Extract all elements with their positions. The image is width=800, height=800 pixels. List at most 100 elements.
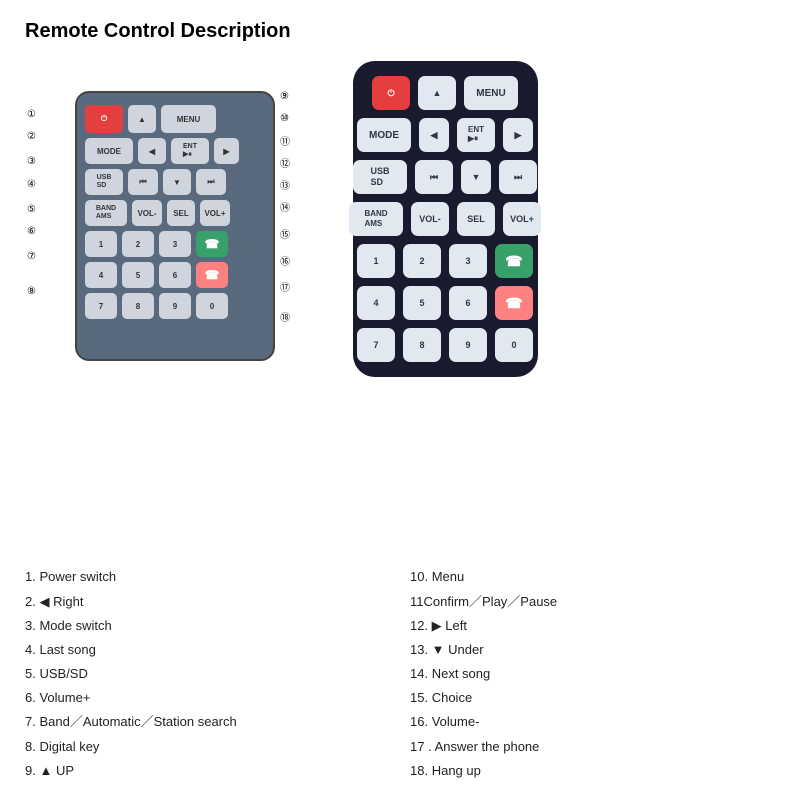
- desc-12-num: 12. ▶: [410, 618, 445, 633]
- rb-answer[interactable]: ☎: [495, 244, 533, 278]
- rb-power[interactable]: ⏻: [372, 76, 410, 110]
- rb-usb[interactable]: USBSD: [353, 160, 407, 194]
- d-5[interactable]: 5: [122, 262, 154, 288]
- rb-9[interactable]: 9: [449, 328, 487, 362]
- callout-17: ⑰: [280, 279, 290, 294]
- callout-10: ⑩: [280, 113, 289, 124]
- btn-row-4: BANDAMS VOL- SEL VOL+: [365, 202, 526, 236]
- desc-18-text: Hang up: [432, 763, 481, 778]
- rb-sel[interactable]: SEL: [457, 202, 495, 236]
- d-8[interactable]: 8: [122, 293, 154, 319]
- desc-1-num: 1.: [25, 569, 36, 584]
- btn-row-7: 7 8 9 0: [365, 328, 526, 362]
- desc-5: 5. USB/SD: [25, 665, 390, 683]
- page: Remote Control Description ⏻ ▲ MENU MODE: [0, 0, 800, 800]
- desc-10-text: Menu: [432, 569, 465, 584]
- rb-menu[interactable]: MENU: [464, 76, 518, 110]
- d-2[interactable]: 2: [122, 231, 154, 257]
- callout-1: ①: [27, 109, 36, 120]
- rb-8[interactable]: 8: [403, 328, 441, 362]
- desc-2-text: Right: [53, 594, 83, 609]
- desc-14-num: 14.: [410, 666, 428, 681]
- rb-vol-plus[interactable]: VOL+: [503, 202, 541, 236]
- rb-mode[interactable]: MODE: [357, 118, 411, 152]
- desc-12: 12. ▶ Left: [410, 617, 775, 635]
- rb-6[interactable]: 6: [449, 286, 487, 320]
- callout-7: ⑦: [27, 251, 36, 262]
- d-3[interactable]: 3: [159, 231, 191, 257]
- d-4[interactable]: 4: [85, 262, 117, 288]
- desc-8-num: 8.: [25, 739, 36, 754]
- desc-18-num: 18.: [410, 763, 428, 778]
- desc-11-num: 11: [410, 594, 424, 609]
- desc-15-text: Choice: [432, 690, 472, 705]
- d-9[interactable]: 9: [159, 293, 191, 319]
- d-usb[interactable]: USBSD: [85, 169, 123, 195]
- rb-left-arrow[interactable]: ◀: [419, 118, 449, 152]
- desc-17-text: Answer the phone: [435, 739, 540, 754]
- d-band[interactable]: BANDAMS: [85, 200, 127, 226]
- remote-photo: ⏻ ▲ MENU MODE ◀ ENT▶⏸ ▶ USBSD ⏮ ▼ ⏭: [345, 61, 545, 546]
- d-menu[interactable]: MENU: [161, 105, 216, 133]
- callout-11: ⑪: [280, 133, 290, 148]
- desc-9-text: UP: [56, 763, 74, 778]
- d-0[interactable]: 0: [196, 293, 228, 319]
- desc-12-text: Left: [445, 618, 467, 633]
- rb-vol-minus[interactable]: VOL-: [411, 202, 449, 236]
- callout-9: ⑨: [280, 91, 289, 102]
- desc-2-num: 2. ◀: [25, 594, 53, 609]
- d-sel[interactable]: SEL: [167, 200, 195, 226]
- d-power[interactable]: ⏻: [85, 105, 123, 133]
- rb-ent[interactable]: ENT▶⏸: [457, 118, 495, 152]
- remote-body: ⏻ ▲ MENU MODE ◀ ENT▶⏸ ▶ USBSD ⏮ ▼ ⏭: [353, 61, 538, 377]
- d-left-arrow[interactable]: ◀: [138, 138, 166, 164]
- rb-3[interactable]: 3: [449, 244, 487, 278]
- d-mode[interactable]: MODE: [85, 138, 133, 164]
- d-vol-minus[interactable]: VOL-: [132, 200, 162, 226]
- btn-row-6: 4 5 6 ☎: [365, 286, 526, 320]
- d-answer[interactable]: ☎: [196, 231, 228, 257]
- d-up[interactable]: ▲: [128, 105, 156, 133]
- d-hangup[interactable]: ☎: [196, 262, 228, 288]
- content-row: ⏻ ▲ MENU MODE ◀ ENT▶⏸ ▶ USBSD ⏮: [25, 61, 775, 546]
- d-ent[interactable]: ENT▶⏸: [171, 138, 209, 164]
- rb-prev[interactable]: ⏮: [415, 160, 453, 194]
- rb-up[interactable]: ▲: [418, 76, 456, 110]
- callout-18: ⑱: [280, 309, 290, 324]
- callout-4: ④: [27, 179, 36, 190]
- rb-5[interactable]: 5: [403, 286, 441, 320]
- desc-18: 18. Hang up: [410, 762, 775, 780]
- d-6[interactable]: 6: [159, 262, 191, 288]
- rb-1[interactable]: 1: [357, 244, 395, 278]
- desc-6: 6. Volume+: [25, 689, 390, 707]
- desc-6-num: 6.: [25, 690, 36, 705]
- rb-2[interactable]: 2: [403, 244, 441, 278]
- desc-7: 7. Band／Automatic／Station search: [25, 713, 390, 731]
- callout-15: ⑮: [280, 226, 290, 241]
- d-prev[interactable]: ⏮: [128, 169, 158, 195]
- desc-13-text: Under: [448, 642, 483, 657]
- desc-1: 1. Power switch: [25, 568, 390, 586]
- rb-hangup[interactable]: ☎: [495, 286, 533, 320]
- desc-3: 3. Mode switch: [25, 617, 390, 635]
- callout-8: ⑧: [27, 286, 36, 297]
- desc-10-num: 10.: [410, 569, 428, 584]
- rb-7[interactable]: 7: [357, 328, 395, 362]
- desc-16: 16. Volume-: [410, 713, 775, 731]
- d-vol-plus[interactable]: VOL+: [200, 200, 230, 226]
- desc-5-num: 5.: [25, 666, 36, 681]
- rb-0[interactable]: 0: [495, 328, 533, 362]
- d-next[interactable]: ⏭: [196, 169, 226, 195]
- rb-band[interactable]: BANDAMS: [349, 202, 403, 236]
- d-7[interactable]: 7: [85, 293, 117, 319]
- rb-down-arrow[interactable]: ▼: [461, 160, 491, 194]
- d-right-arrow[interactable]: ▶: [214, 138, 239, 164]
- rb-next[interactable]: ⏭: [499, 160, 537, 194]
- desc-7-num: 7.: [25, 714, 36, 729]
- d-down-arrow[interactable]: ▼: [163, 169, 191, 195]
- rb-4[interactable]: 4: [357, 286, 395, 320]
- desc-15-num: 15.: [410, 690, 428, 705]
- rb-right-arrow[interactable]: ▶: [503, 118, 533, 152]
- desc-5-text: USB/SD: [39, 666, 87, 681]
- d-1[interactable]: 1: [85, 231, 117, 257]
